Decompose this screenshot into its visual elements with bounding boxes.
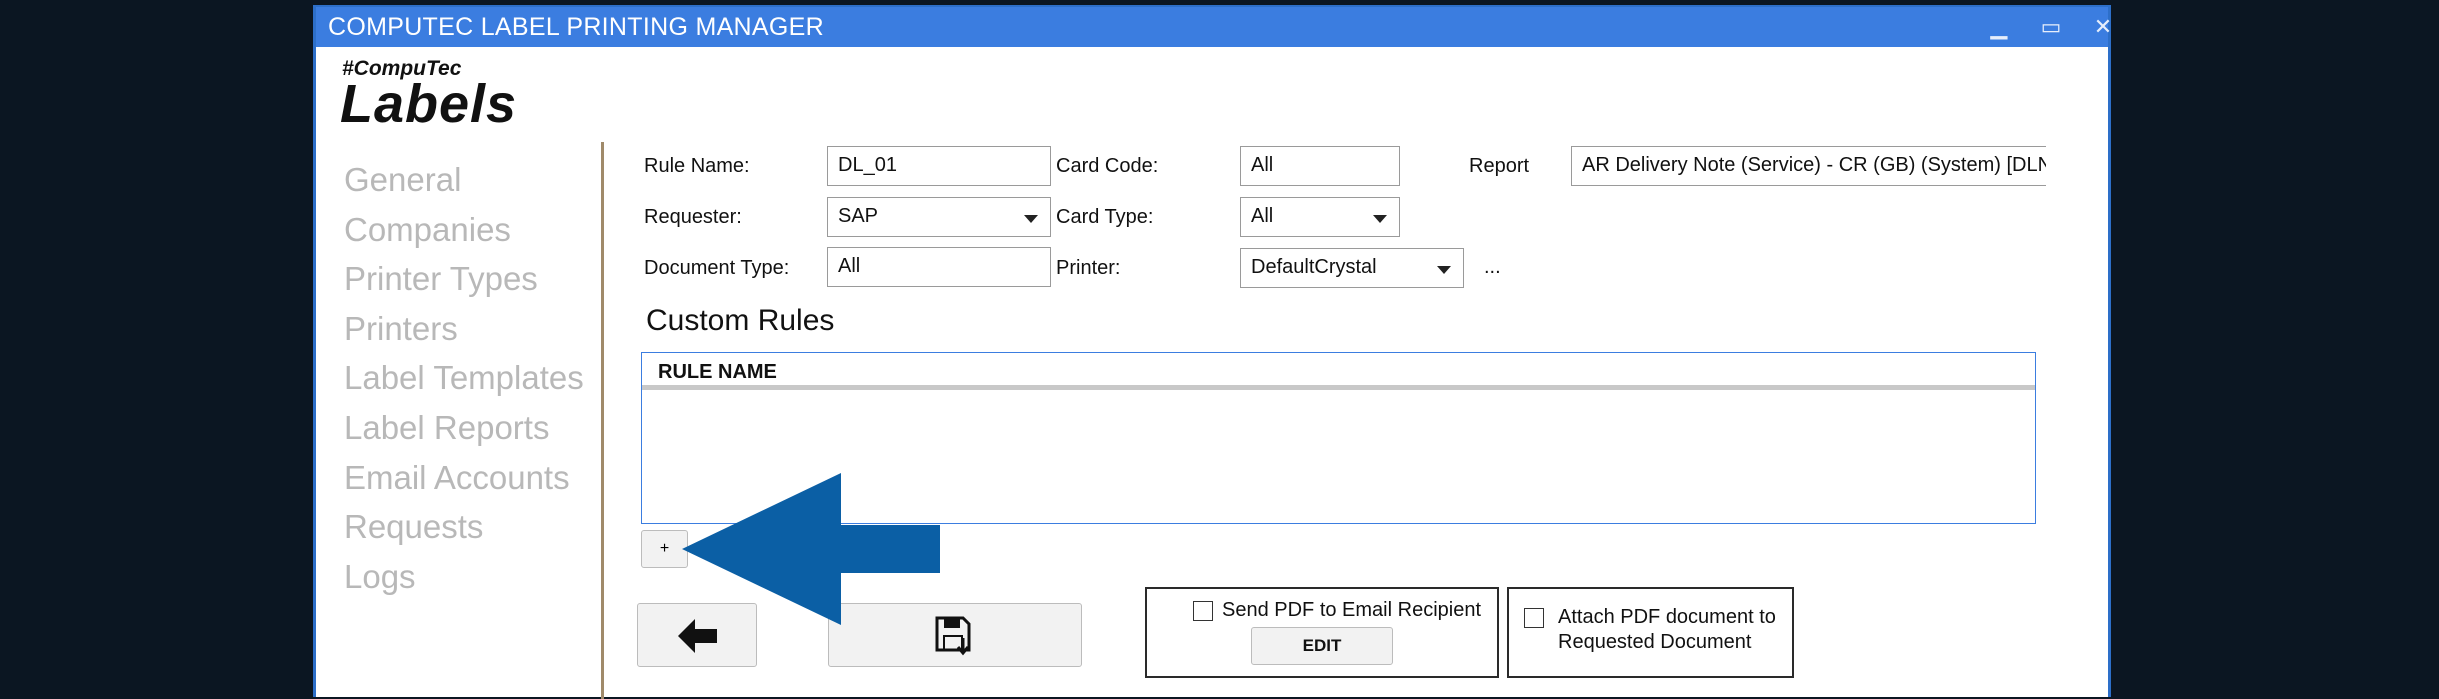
- report-input[interactable]: AR Delivery Note (Service) - CR (GB) (Sy…: [1571, 146, 2046, 186]
- logo-name: Labels: [340, 74, 518, 134]
- sidebar-item-requests[interactable]: Requests: [344, 504, 584, 554]
- sidebar-item-label-reports[interactable]: Label Reports: [344, 405, 584, 455]
- sidebar-item-printer-types[interactable]: Printer Types: [344, 256, 584, 306]
- printer-label: Printer:: [1056, 257, 1121, 279]
- attach-pdf-checkbox[interactable]: [1524, 608, 1544, 628]
- add-rule-button[interactable]: +: [641, 530, 688, 568]
- document-type-label: Document Type:: [644, 257, 790, 279]
- sidebar-item-general[interactable]: General: [344, 157, 584, 207]
- sidebar-item-printers[interactable]: Printers: [344, 306, 584, 356]
- rule-name-input[interactable]: DL_01: [827, 146, 1051, 186]
- send-pdf-checkbox[interactable]: [1193, 601, 1213, 621]
- app-window: COMPUTEC LABEL PRINTING MANAGER ▁ ▭ ✕ #C…: [313, 5, 2112, 699]
- printer-select[interactable]: DefaultCrystal: [1240, 248, 1464, 288]
- card-type-label: Card Type:: [1056, 206, 1154, 228]
- requester-label: Requester:: [644, 206, 742, 228]
- sidebar-item-companies[interactable]: Companies: [344, 207, 584, 257]
- maximize-button[interactable]: ▭: [2026, 9, 2076, 45]
- card-code-input[interactable]: All: [1240, 146, 1400, 186]
- send-pdf-label: Send PDF to Email Recipient: [1222, 599, 1482, 621]
- annotation-arrow-icon: [682, 473, 940, 625]
- card-code-label: Card Code:: [1056, 155, 1159, 177]
- sidebar-item-label-templates[interactable]: Label Templates: [344, 355, 584, 405]
- attach-pdf-label-line2: Requested Document: [1558, 631, 1752, 653]
- minimize-button[interactable]: ▁: [1974, 9, 2024, 45]
- requester-select[interactable]: SAP: [827, 197, 1051, 237]
- card-type-value: All: [1251, 205, 1274, 227]
- rule-name-label: Rule Name:: [644, 155, 750, 177]
- report-label: Report: [1469, 155, 1530, 177]
- sidebar-item-logs[interactable]: Logs: [344, 554, 584, 604]
- custom-rules-title: Custom Rules: [646, 304, 835, 337]
- attach-options-box: Attach PDF document to Requested Documen…: [1507, 587, 1794, 678]
- document-type-input[interactable]: All: [827, 247, 1051, 287]
- column-header-rule-name[interactable]: RULE NAME: [642, 353, 2035, 390]
- printer-more-button[interactable]: ...: [1484, 256, 1501, 279]
- edit-email-button[interactable]: EDIT: [1251, 627, 1393, 665]
- requester-value: SAP: [838, 205, 879, 227]
- close-button[interactable]: ✕: [2078, 9, 2128, 45]
- sidebar-divider: [601, 142, 604, 699]
- window-title: COMPUTEC LABEL PRINTING MANAGER: [328, 13, 824, 41]
- title-bar: COMPUTEC LABEL PRINTING MANAGER ▁ ▭ ✕: [316, 7, 2112, 47]
- email-options-box: Send PDF to Email Recipient EDIT: [1145, 587, 1499, 678]
- sidebar-nav: General Companies Printer Types Printers…: [344, 157, 584, 603]
- card-type-select[interactable]: All: [1240, 197, 1400, 237]
- sidebar-item-email-accounts[interactable]: Email Accounts: [344, 455, 584, 505]
- printer-value: DefaultCrystal: [1251, 256, 1377, 278]
- attach-pdf-label-line1: Attach PDF document to: [1558, 606, 1776, 628]
